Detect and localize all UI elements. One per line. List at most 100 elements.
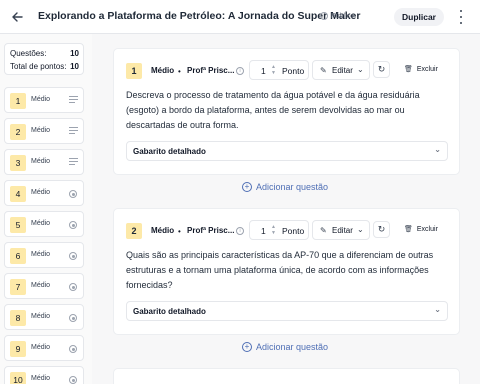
info-icon[interactable]: i bbox=[236, 227, 244, 235]
question-card bbox=[113, 368, 460, 384]
stepper-arrows-icon[interactable]: ▲ ▼ bbox=[271, 224, 276, 236]
delete-button[interactable]: 🗑 Excluir bbox=[404, 225, 438, 234]
radio-icon bbox=[69, 252, 77, 260]
delete-button[interactable]: 🗑 Excluir bbox=[404, 65, 438, 74]
question-author: Profª Prisc... bbox=[187, 66, 235, 75]
chevron-down-icon: ⌄ bbox=[434, 145, 441, 154]
visibility-badge: Público bbox=[320, 12, 354, 20]
radio-icon bbox=[69, 345, 77, 353]
points-stepper[interactable]: 1 ▲ ▼ Ponto bbox=[249, 220, 309, 240]
question-level: Médio bbox=[31, 282, 51, 289]
points-label: Total de pontos: bbox=[10, 62, 67, 71]
questions-label: Questões: bbox=[10, 49, 47, 58]
question-number: 6 bbox=[10, 248, 26, 264]
question-number: 3 bbox=[10, 155, 26, 171]
points-value[interactable]: 1 bbox=[261, 226, 266, 236]
separator-dot: • bbox=[178, 227, 181, 236]
edit-button[interactable]: ✎ Editar ⌄ bbox=[312, 60, 370, 80]
answer-key-label: Gabarito detalhado bbox=[133, 307, 206, 316]
answer-key-dropdown[interactable]: Gabarito detalhado ⌄ bbox=[126, 301, 448, 321]
question-number: 2 bbox=[126, 223, 142, 239]
trash-icon: 🗑 bbox=[404, 66, 413, 73]
top-bar: Explorando a Plataforma de Petróleo: A J… bbox=[0, 0, 480, 34]
chevron-down-icon: ⌄ bbox=[357, 65, 364, 74]
sidebar-question-item[interactable]: 10 Médio bbox=[4, 366, 84, 384]
add-question-button[interactable]: + Adicionar questão bbox=[242, 182, 328, 192]
sidebar-question-item[interactable]: 8 Médio bbox=[4, 304, 84, 330]
page-title: Explorando a Plataforma de Petróleo: A J… bbox=[38, 10, 361, 22]
question-number: 9 bbox=[10, 341, 26, 357]
question-level: Médio bbox=[151, 66, 175, 75]
question-level: Médio bbox=[31, 220, 51, 227]
question-card: 1 Médio • Profª Prisc... i 1 ▲ ▼ Ponto ✎ … bbox=[113, 48, 460, 175]
points-label: Ponto bbox=[282, 226, 305, 236]
question-number: 7 bbox=[10, 279, 26, 295]
chevron-down-icon: ⌄ bbox=[357, 225, 364, 234]
question-level: Médio bbox=[31, 251, 51, 258]
stepper-arrows-icon[interactable]: ▲ ▼ bbox=[271, 64, 276, 76]
info-icon[interactable]: i bbox=[236, 67, 244, 75]
pencil-icon: ✎ bbox=[320, 226, 327, 235]
question-level: Médio bbox=[31, 375, 51, 382]
question-author: Profª Prisc... bbox=[187, 226, 235, 235]
radio-icon bbox=[69, 221, 77, 229]
sidebar-question-item[interactable]: 1 Médio bbox=[4, 87, 84, 113]
question-level: Médio bbox=[31, 96, 51, 103]
add-question-label: Adicionar questão bbox=[256, 342, 329, 352]
question-text: Quais são as principais características … bbox=[126, 250, 434, 290]
add-question-button[interactable]: + Adicionar questão bbox=[242, 342, 328, 352]
refresh-icon[interactable]: ↻ bbox=[373, 61, 390, 78]
question-number: 10 bbox=[10, 372, 26, 384]
trash-icon: 🗑 bbox=[404, 226, 413, 233]
separator-dot: • bbox=[178, 67, 181, 76]
question-level: Médio bbox=[31, 158, 51, 165]
question-number: 1 bbox=[126, 63, 142, 79]
question-level: Médio bbox=[31, 313, 51, 320]
sidebar-question-item[interactable]: 5 Médio bbox=[4, 211, 84, 237]
edit-label: Editar bbox=[332, 66, 353, 75]
plus-circle-icon: + bbox=[242, 182, 252, 192]
lines-icon bbox=[69, 158, 78, 165]
points-label: Ponto bbox=[282, 66, 305, 76]
duplicate-button[interactable]: Duplicar bbox=[394, 8, 444, 26]
question-number: 2 bbox=[10, 124, 26, 140]
questions-value: 10 bbox=[70, 49, 79, 58]
points-value[interactable]: 1 bbox=[261, 66, 266, 76]
points-stepper[interactable]: 1 ▲ ▼ Ponto bbox=[249, 60, 309, 80]
arrow-left-icon[interactable] bbox=[10, 10, 24, 24]
sidebar-question-item[interactable]: 4 Médio bbox=[4, 180, 84, 206]
lines-icon bbox=[69, 96, 78, 103]
edit-label: Editar bbox=[332, 226, 353, 235]
radio-icon bbox=[69, 190, 77, 198]
lines-icon bbox=[69, 127, 78, 134]
sidebar-question-item[interactable]: 7 Médio bbox=[4, 273, 84, 299]
sidebar-question-item[interactable]: 9 Médio bbox=[4, 335, 84, 361]
main-content: 1 Médio • Profª Prisc... i 1 ▲ ▼ Ponto ✎ … bbox=[92, 34, 480, 384]
radio-icon bbox=[69, 314, 77, 322]
points-value: 10 bbox=[70, 62, 79, 71]
edit-button[interactable]: ✎ Editar ⌄ bbox=[312, 220, 370, 240]
refresh-icon[interactable]: ↻ bbox=[373, 221, 390, 238]
question-card: 2 Médio • Profª Prisc... i 1 ▲ ▼ Ponto ✎ … bbox=[113, 208, 460, 335]
summary-box: Questões: 10 Total de pontos: 10 bbox=[4, 43, 84, 75]
globe-icon bbox=[320, 12, 328, 20]
visibility-label: Público bbox=[331, 12, 354, 20]
sidebar-question-item[interactable]: 6 Médio bbox=[4, 242, 84, 268]
pencil-icon: ✎ bbox=[320, 66, 327, 75]
sidebar-question-item[interactable]: 2 Médio bbox=[4, 118, 84, 144]
question-number: 5 bbox=[10, 217, 26, 233]
question-level: Médio bbox=[151, 226, 175, 235]
question-number: 1 bbox=[10, 93, 26, 109]
delete-label: Excluir bbox=[416, 65, 438, 73]
kebab-icon[interactable] bbox=[456, 10, 466, 24]
answer-key-dropdown[interactable]: Gabarito detalhado ⌄ bbox=[126, 141, 448, 161]
question-number: 8 bbox=[10, 310, 26, 326]
radio-icon bbox=[69, 376, 77, 384]
sidebar: Questões: 10 Total de pontos: 10 1 Médio… bbox=[0, 34, 92, 384]
sidebar-question-item[interactable]: 3 Médio bbox=[4, 149, 84, 175]
question-text: Descreva o processo de tratamento da águ… bbox=[126, 90, 420, 130]
question-level: Médio bbox=[31, 344, 51, 351]
delete-label: Excluir bbox=[416, 225, 438, 233]
plus-circle-icon: + bbox=[242, 342, 252, 352]
question-level: Médio bbox=[31, 127, 51, 134]
